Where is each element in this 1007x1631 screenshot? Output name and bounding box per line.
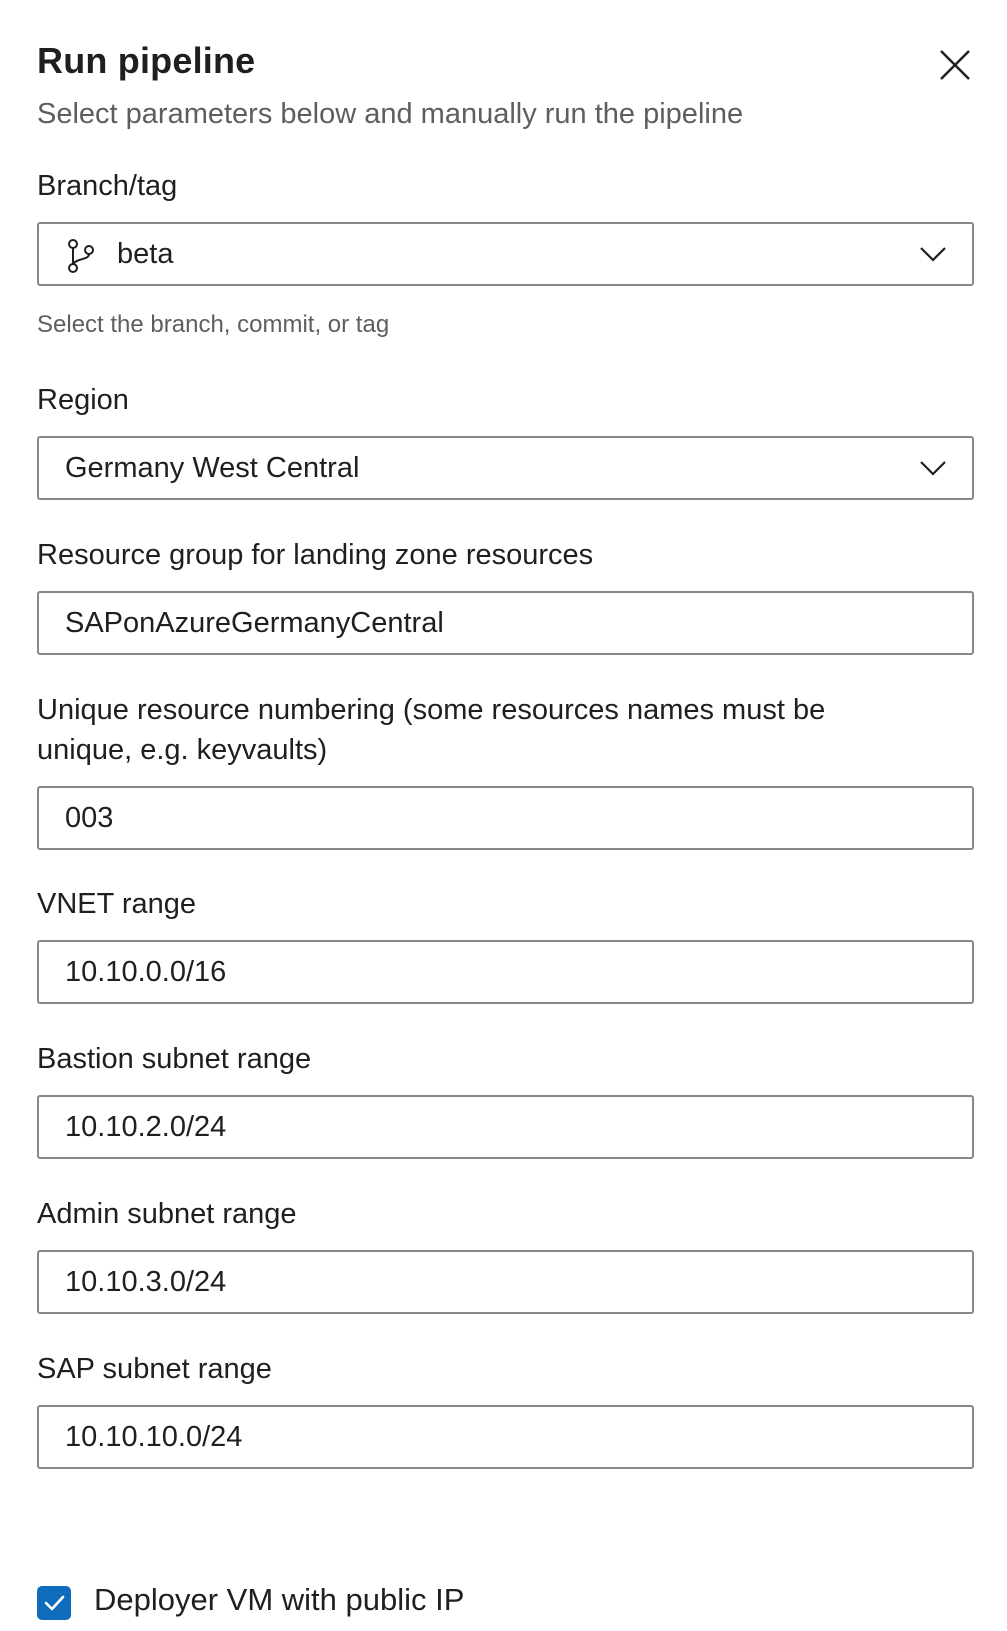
- chevron-down-icon: [918, 242, 948, 266]
- branch-value: beta: [117, 238, 174, 270]
- dialog-title: Run pipeline: [37, 40, 256, 81]
- branch-label: Branch/tag: [37, 170, 178, 202]
- branch-helper-text: Select the branch, commit, or tag: [37, 311, 390, 338]
- unique-numbering-field[interactable]: [37, 786, 974, 850]
- close-icon[interactable]: [935, 45, 975, 85]
- resource-group-input[interactable]: [65, 593, 945, 653]
- branch-icon: [65, 238, 97, 274]
- branch-dropdown[interactable]: beta: [37, 222, 974, 286]
- sap-subnet-label: SAP subnet range: [37, 1353, 272, 1385]
- unique-numbering-input[interactable]: [65, 788, 945, 848]
- admin-subnet-field[interactable]: [37, 1250, 974, 1314]
- bastion-subnet-input[interactable]: [65, 1097, 945, 1157]
- unique-numbering-label-line1: Unique resource numbering (some resource…: [37, 694, 826, 726]
- sap-subnet-input[interactable]: [65, 1407, 945, 1467]
- checkmark-icon: [44, 1595, 65, 1611]
- run-pipeline-panel: Run pipeline Select parameters below and…: [0, 0, 1007, 1631]
- region-value: Germany West Central: [65, 452, 360, 484]
- vnet-range-field[interactable]: [37, 940, 974, 1004]
- unique-numbering-label-line2: unique, e.g. keyvaults): [37, 734, 328, 766]
- vnet-range-input[interactable]: [65, 942, 945, 1002]
- bastion-subnet-field[interactable]: [37, 1095, 974, 1159]
- vnet-range-label: VNET range: [37, 888, 197, 920]
- bastion-subnet-label: Bastion subnet range: [37, 1043, 312, 1075]
- admin-subnet-input[interactable]: [65, 1252, 945, 1312]
- resource-group-field[interactable]: [37, 591, 974, 655]
- deployer-public-ip-label: Deployer VM with public IP: [94, 1582, 465, 1617]
- region-dropdown[interactable]: Germany West Central: [37, 436, 974, 500]
- region-label: Region: [37, 384, 129, 416]
- deployer-public-ip-checkbox[interactable]: [37, 1586, 71, 1620]
- admin-subnet-label: Admin subnet range: [37, 1198, 297, 1230]
- chevron-down-icon: [918, 456, 948, 480]
- resource-group-label: Resource group for landing zone resource…: [37, 539, 594, 571]
- dialog-subtitle: Select parameters below and manually run…: [37, 98, 744, 130]
- sap-subnet-field[interactable]: [37, 1405, 974, 1469]
